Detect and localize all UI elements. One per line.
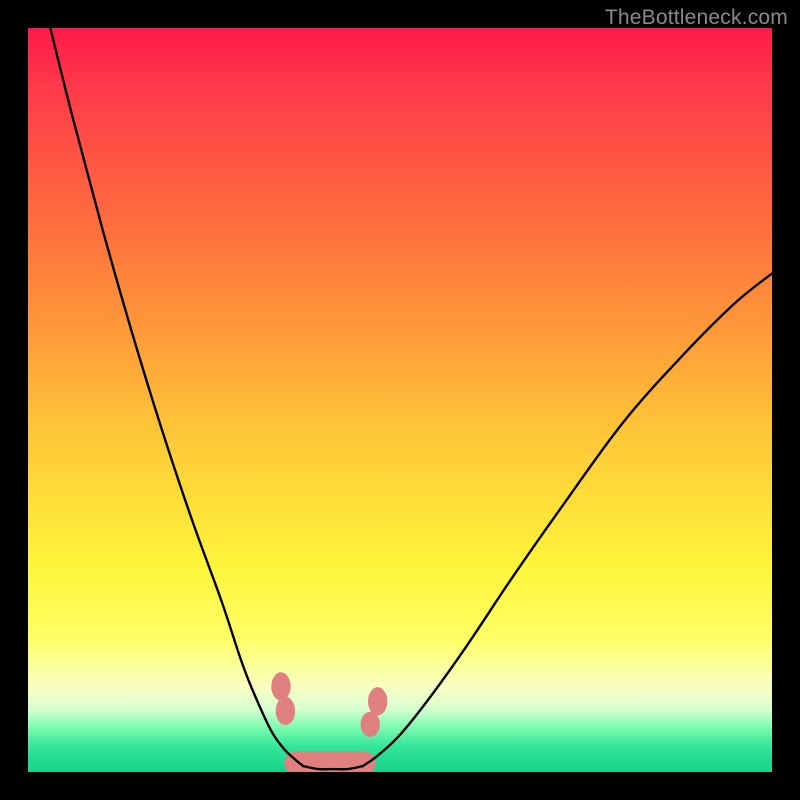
plot-area: [28, 28, 772, 772]
watermark-text: TheBottleneck.com: [605, 6, 788, 30]
series-right-curve: [363, 274, 772, 767]
marker-left-blob-upper: [271, 672, 290, 700]
marker-left-blob-lower: [276, 697, 295, 725]
marker-right-blob-lower: [361, 712, 380, 737]
curve-layer: [50, 28, 772, 769]
chart-frame: TheBottleneck.com: [0, 0, 800, 800]
marker-layer: [271, 672, 387, 772]
chart-svg: [28, 28, 772, 772]
marker-right-blob-upper: [368, 687, 387, 715]
series-left-curve: [50, 28, 303, 766]
